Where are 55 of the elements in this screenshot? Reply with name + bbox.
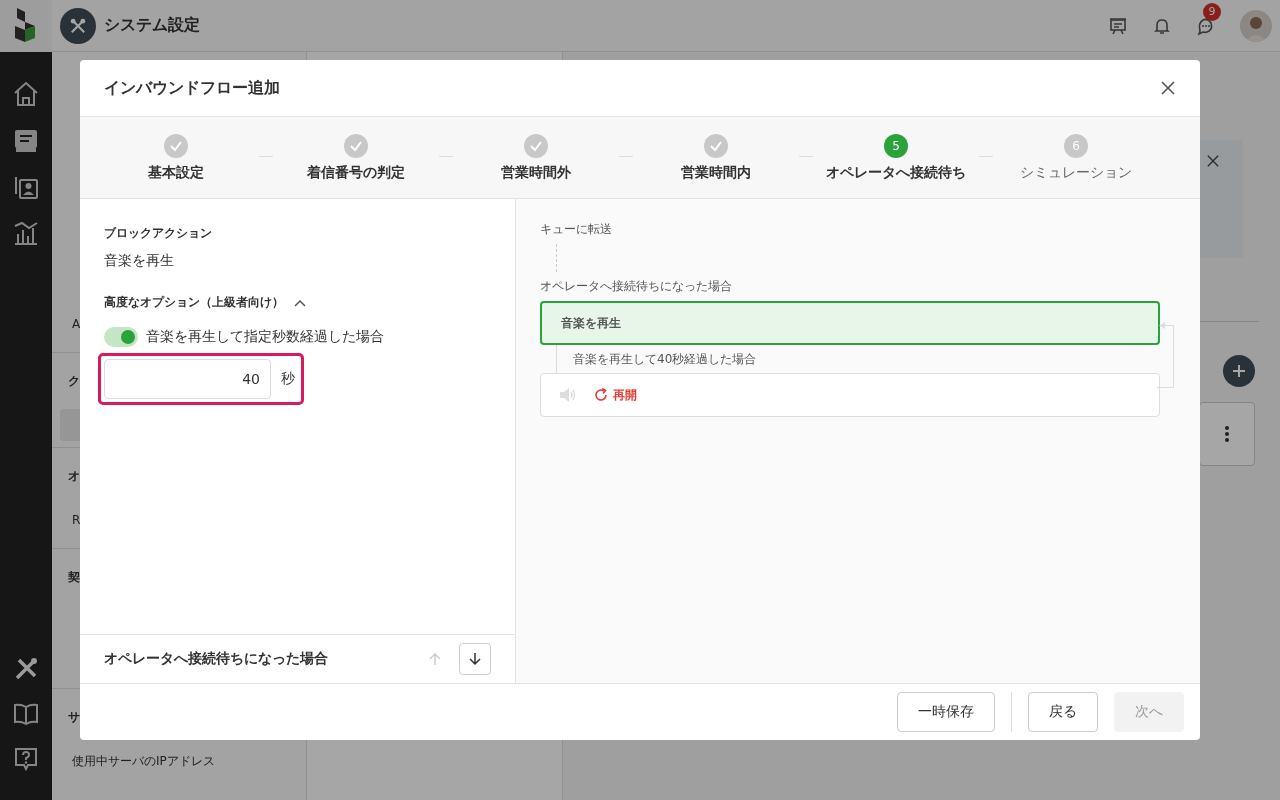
action-label: 再開 — [613, 386, 637, 404]
step-label[interactable]: 営業時間外 — [501, 163, 571, 182]
presentation-board-icon[interactable] — [1108, 15, 1128, 36]
home-icon[interactable] — [12, 80, 40, 108]
flow-label: 音楽を再生して40秒経過した場合 — [572, 351, 758, 368]
step-label[interactable]: シミュレーション — [1020, 163, 1132, 182]
block-title: オペレータへ接続待ちになった場合 — [104, 650, 329, 668]
message-list-icon[interactable] — [13, 128, 39, 154]
book-icon[interactable] — [13, 702, 39, 726]
arrow-up-icon — [428, 652, 442, 666]
seconds-field[interactable]: 40 — [104, 359, 271, 399]
step-label[interactable]: 基本設定 — [148, 163, 204, 182]
add-button[interactable] — [1223, 355, 1255, 387]
flow-label: キューに転送 — [540, 221, 613, 238]
close-icon[interactable] — [1161, 81, 1175, 95]
move-down-button[interactable] — [459, 643, 491, 675]
field-value: 音楽を再生 — [104, 252, 175, 270]
section-toggle-label[interactable]: 高度なオプション（上級者向け） — [104, 294, 284, 311]
step-number: 5 — [884, 133, 908, 158]
refresh-icon — [593, 387, 609, 403]
toggle-switch[interactable] — [104, 327, 138, 347]
close-icon[interactable] — [1207, 155, 1219, 167]
dialog-button[interactable]: 戻る — [1028, 692, 1098, 732]
sidebar-heading: サ — [68, 709, 80, 726]
chevron-up-icon[interactable] — [294, 298, 306, 307]
toggle-label: 音楽を再生して指定秒数経過した場合 — [146, 328, 384, 346]
flow-label: オペレータへ接続待ちになった場合 — [540, 278, 733, 295]
sidebar-heading: オ — [68, 468, 80, 485]
sidebar-item[interactable]: 使用中サーバのIPアドレス — [72, 739, 215, 783]
tools-icon[interactable] — [13, 656, 39, 682]
connector-line — [556, 244, 557, 272]
speaker-icon — [559, 387, 577, 403]
step-label[interactable]: 着信番号の判定 — [307, 163, 405, 182]
sidebar-heading: ク — [68, 373, 80, 390]
dialog-button[interactable]: 一時保存 — [897, 692, 995, 732]
page-title: システム設定 — [104, 15, 200, 36]
plus-icon — [1231, 363, 1247, 379]
arrow-down-icon — [468, 652, 482, 666]
dialog-title: インバウンドフロー追加 — [104, 77, 280, 99]
bar-chart-icon[interactable] — [12, 220, 40, 246]
step-label[interactable]: オペレータへ接続待ち — [826, 163, 966, 182]
sidebar-item[interactable]: A — [72, 302, 81, 346]
help-icon[interactable] — [13, 746, 39, 772]
step-label[interactable]: 営業時間内 — [681, 163, 751, 182]
notification-badge: 9 — [1203, 2, 1221, 21]
user-avatar[interactable] — [1240, 9, 1272, 42]
sidebar-heading: 契 — [68, 569, 80, 586]
unit-label: 秒 — [281, 370, 295, 388]
tools-icon — [69, 16, 87, 35]
more-options-icon[interactable] — [1225, 426, 1229, 442]
contact-card-icon[interactable] — [13, 174, 39, 200]
field-label: ブロックアクション — [104, 225, 213, 242]
flow-block[interactable]: 再開 — [540, 373, 1160, 417]
sidebar-item[interactable]: R — [72, 498, 81, 542]
flow-block[interactable]: 音楽を再生 — [540, 301, 1160, 345]
